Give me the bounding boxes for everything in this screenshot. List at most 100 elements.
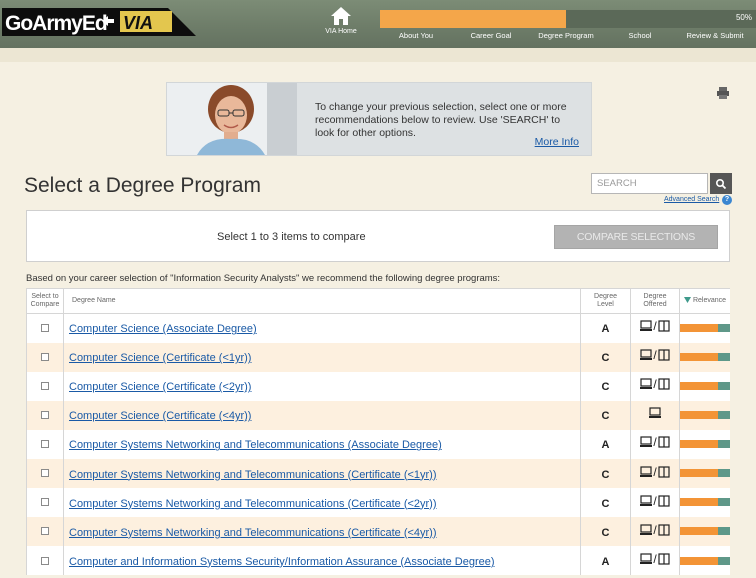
recommendation-intro: Based on your career selection of "Infor… — [26, 273, 501, 284]
relevance-bar-fill — [680, 556, 719, 565]
compare-checkbox[interactable] — [41, 556, 49, 565]
offered-separator: / — [653, 522, 657, 537]
classroom-icon — [658, 349, 670, 361]
relevance-bar — [680, 411, 730, 420]
degree-name-link[interactable]: Computer Systems Networking and Telecomm… — [69, 498, 437, 510]
header-degree-name[interactable]: Degree Name — [63, 288, 581, 314]
relevance-bar — [680, 324, 730, 333]
degree-name-link[interactable]: Computer Science (Certificate (<4yr)) — [69, 410, 251, 422]
progress-fill — [380, 10, 567, 28]
table-row: Computer Systems Networking and Telecomm… — [26, 488, 730, 518]
relevance-cell — [679, 313, 730, 343]
page-title: Select a Degree Program — [24, 174, 261, 197]
degree-offered-cell: / — [630, 342, 680, 372]
degree-name-cell: Computer Science (Certificate (<2yr)) — [63, 371, 581, 401]
online-icon — [640, 553, 653, 564]
table-row: Computer Systems Networking and Telecomm… — [26, 429, 730, 459]
degree-offered-cell: / — [630, 546, 680, 576]
degree-offered-icons: / — [640, 466, 670, 478]
relevance-bar-fill — [680, 527, 719, 536]
relevance-cell — [679, 429, 730, 459]
compare-checkbox[interactable] — [41, 498, 49, 507]
search-button[interactable] — [710, 173, 732, 194]
degree-name-cell: Computer Systems Networking and Telecomm… — [63, 429, 581, 459]
nav-step-review-submit[interactable]: Review & Submit — [686, 31, 743, 40]
degree-offered-cell: / — [630, 371, 680, 401]
more-info-link[interactable]: More Info — [535, 136, 579, 148]
nav-via-home[interactable]: VIA Home — [318, 6, 364, 46]
degree-offered-cell: / — [630, 517, 680, 547]
compare-checkbox[interactable] — [41, 440, 49, 449]
nav-step-about-you[interactable]: About You — [399, 31, 433, 40]
table-row: Computer Science (Certificate (<4yr)) C — [26, 400, 730, 430]
header-relevance-label: Relevance — [692, 296, 727, 304]
degree-level-cell: A — [580, 313, 631, 343]
degree-name-link[interactable]: Computer Science (Certificate (<2yr)) — [69, 381, 251, 393]
relevance-bar-fill — [680, 469, 719, 478]
relevance-cell — [679, 371, 730, 401]
compare-selections-button[interactable]: COMPARE SELECTIONS — [554, 225, 718, 249]
degree-level: A — [601, 555, 610, 568]
progress-text: 50% — [735, 13, 752, 22]
header-relevance[interactable]: Relevance — [679, 288, 730, 314]
online-icon — [640, 436, 653, 448]
compare-checkbox[interactable] — [41, 469, 49, 478]
header-divider — [0, 48, 756, 62]
select-cell — [26, 429, 64, 459]
relevance-cell — [679, 342, 730, 372]
degree-offered-icons: / — [640, 378, 670, 390]
online-icon — [640, 349, 653, 361]
select-cell — [26, 488, 64, 518]
help-icon[interactable]: ? — [722, 195, 732, 205]
table-row: Computer Science (Certificate (<2yr)) C / — [26, 371, 730, 401]
home-icon — [331, 7, 351, 25]
degree-table: Select to Compare Degree Name Degree Lev… — [26, 288, 730, 576]
degree-name-link[interactable]: Computer Systems Networking and Telecomm… — [69, 469, 437, 481]
compare-panel: Select 1 to 3 items to compare COMPARE S… — [26, 210, 730, 262]
degree-name-link[interactable]: Computer Science (Associate Degree) — [69, 323, 257, 335]
degree-offered-cell: / — [630, 488, 680, 518]
classroom-icon — [658, 378, 670, 390]
header-level-line2: Level — [597, 301, 614, 308]
search-input[interactable] — [591, 173, 708, 194]
printer-icon[interactable] — [716, 86, 730, 100]
goarmyed-via-logo[interactable]: GoArmyEd VIA — [2, 6, 196, 38]
compare-checkbox[interactable] — [41, 527, 49, 536]
degree-level: C — [601, 497, 610, 510]
select-cell — [26, 458, 64, 489]
top-header: GoArmyEd VIA VIA Home 50% About You Care… — [0, 0, 756, 48]
degree-level: A — [601, 439, 610, 452]
offered-separator: / — [653, 551, 657, 566]
degree-name-link[interactable]: Computer and Information Systems Securit… — [69, 556, 495, 568]
degree-name-link[interactable]: Computer Science (Certificate (<1yr)) — [69, 352, 251, 364]
nav-step-degree-program[interactable]: Degree Program — [538, 31, 593, 40]
svg-text:GoArmyEd: GoArmyEd — [5, 12, 107, 35]
header-degree-offered[interactable]: Degree Offered — [630, 288, 680, 314]
header-select-line2: Compare — [30, 301, 60, 308]
header-offered-line1: Degree — [643, 292, 667, 300]
degree-name-cell: Computer Systems Networking and Telecomm… — [63, 488, 581, 518]
select-cell — [26, 313, 64, 343]
degree-offered-cell: / — [630, 429, 680, 459]
compare-checkbox[interactable] — [41, 352, 49, 361]
degree-name-link[interactable]: Computer Systems Networking and Telecomm… — [69, 527, 437, 539]
compare-checkbox[interactable] — [41, 411, 49, 420]
degree-offered-cell: / — [630, 458, 680, 489]
online-icon — [640, 524, 653, 535]
relevance-bar — [680, 440, 730, 449]
table-header-row: Select to Compare Degree Name Degree Lev… — [26, 288, 730, 314]
compare-checkbox[interactable] — [41, 382, 49, 390]
degree-offered-icons: / — [640, 436, 670, 448]
compare-checkbox[interactable] — [41, 324, 49, 333]
relevance-bar — [680, 527, 730, 536]
nav-step-school[interactable]: School — [629, 31, 652, 40]
relevance-bar-fill — [680, 440, 719, 449]
offered-separator: / — [653, 493, 657, 508]
degree-name-link[interactable]: Computer Systems Networking and Telecomm… — [69, 439, 442, 451]
degree-name-cell: Computer and Information Systems Securit… — [63, 546, 581, 576]
advanced-search-link[interactable]: Advanced Search — [664, 196, 719, 203]
header-degree-level[interactable]: Degree Level — [580, 288, 631, 314]
table-row: Computer Science (Certificate (<1yr)) C / — [26, 342, 730, 372]
relevance-bar-fill — [680, 498, 719, 507]
nav-step-career-goal[interactable]: Career Goal — [471, 31, 512, 40]
